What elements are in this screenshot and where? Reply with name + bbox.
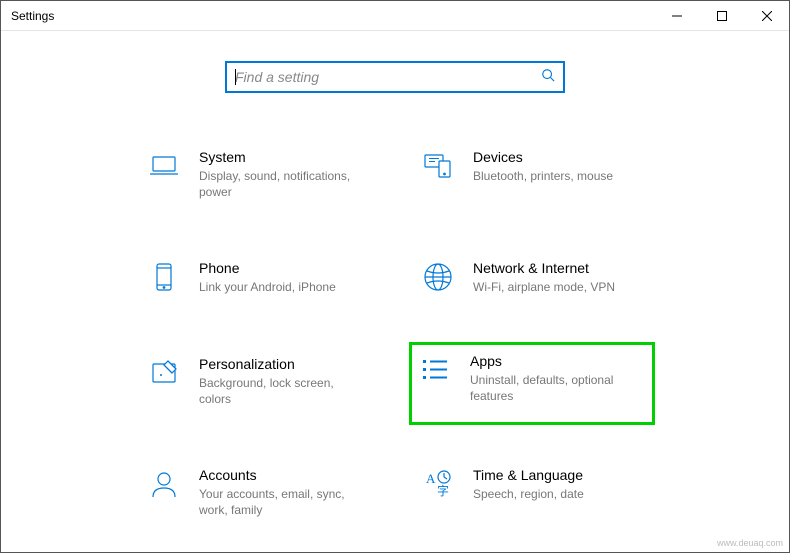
- category-title: System: [199, 149, 369, 165]
- category-apps[interactable]: Apps Uninstall, defaults, optional featur…: [409, 342, 655, 425]
- category-accounts[interactable]: Accounts Your accounts, email, sync, work…: [141, 461, 375, 524]
- svg-text:字: 字: [437, 483, 449, 498]
- window-controls: [654, 1, 789, 30]
- categories-grid: System Display, sound, notifications, pow…: [1, 143, 789, 524]
- devices-icon: [421, 149, 455, 183]
- category-desc: Display, sound, notifications, power: [199, 168, 369, 200]
- close-button[interactable]: [744, 1, 789, 30]
- category-title: Apps: [470, 353, 646, 369]
- laptop-icon: [147, 149, 181, 183]
- settings-content: System Display, sound, notifications, pow…: [1, 31, 789, 524]
- category-devices[interactable]: Devices Bluetooth, printers, mouse: [415, 143, 649, 206]
- category-desc: Wi-Fi, airplane mode, VPN: [473, 279, 643, 295]
- search-wrap: [1, 61, 789, 93]
- category-title: Devices: [473, 149, 643, 165]
- category-desc: Bluetooth, printers, mouse: [473, 168, 643, 184]
- category-text: System Display, sound, notifications, pow…: [199, 149, 369, 200]
- category-title: Network & Internet: [473, 260, 643, 276]
- category-desc: Background, lock screen, colors: [199, 375, 369, 407]
- search-icon: [541, 68, 555, 87]
- category-text: Accounts Your accounts, email, sync, work…: [199, 467, 369, 518]
- category-personalization[interactable]: Personalization Background, lock screen, …: [141, 350, 375, 413]
- category-desc: Speech, region, date: [473, 486, 643, 502]
- svg-text:A: A: [426, 471, 436, 486]
- apps-icon: [418, 353, 452, 387]
- titlebar: Settings: [1, 1, 789, 31]
- account-icon: [147, 467, 181, 501]
- category-network[interactable]: Network & Internet Wi-Fi, airplane mode, …: [415, 254, 649, 301]
- category-time[interactable]: A字 Time & Language Speech, region, date: [415, 461, 649, 524]
- globe-icon: [421, 260, 455, 294]
- text-cursor: [235, 69, 236, 85]
- category-title: Accounts: [199, 467, 369, 483]
- category-title: Phone: [199, 260, 369, 276]
- category-title: Personalization: [199, 356, 369, 372]
- search-input[interactable]: [235, 69, 541, 85]
- category-desc: Your accounts, email, sync, work, family: [199, 486, 369, 518]
- category-text: Network & Internet Wi-Fi, airplane mode, …: [473, 260, 643, 295]
- category-text: Apps Uninstall, defaults, optional featur…: [470, 353, 646, 404]
- category-title: Time & Language: [473, 467, 643, 483]
- watermark: www.deuaq.com: [717, 538, 783, 548]
- category-system[interactable]: System Display, sound, notifications, pow…: [141, 143, 375, 206]
- category-phone[interactable]: Phone Link your Android, iPhone: [141, 254, 375, 301]
- minimize-button[interactable]: [654, 1, 699, 30]
- paint-icon: [147, 356, 181, 390]
- category-text: Personalization Background, lock screen, …: [199, 356, 369, 407]
- time-language-icon: A字: [421, 467, 455, 501]
- category-text: Devices Bluetooth, printers, mouse: [473, 149, 643, 184]
- category-text: Time & Language Speech, region, date: [473, 467, 643, 502]
- search-box[interactable]: [225, 61, 565, 93]
- category-desc: Link your Android, iPhone: [199, 279, 369, 295]
- category-desc: Uninstall, defaults, optional features: [470, 372, 646, 404]
- phone-icon: [147, 260, 181, 294]
- maximize-button[interactable]: [699, 1, 744, 30]
- window-title: Settings: [11, 9, 54, 23]
- category-text: Phone Link your Android, iPhone: [199, 260, 369, 295]
